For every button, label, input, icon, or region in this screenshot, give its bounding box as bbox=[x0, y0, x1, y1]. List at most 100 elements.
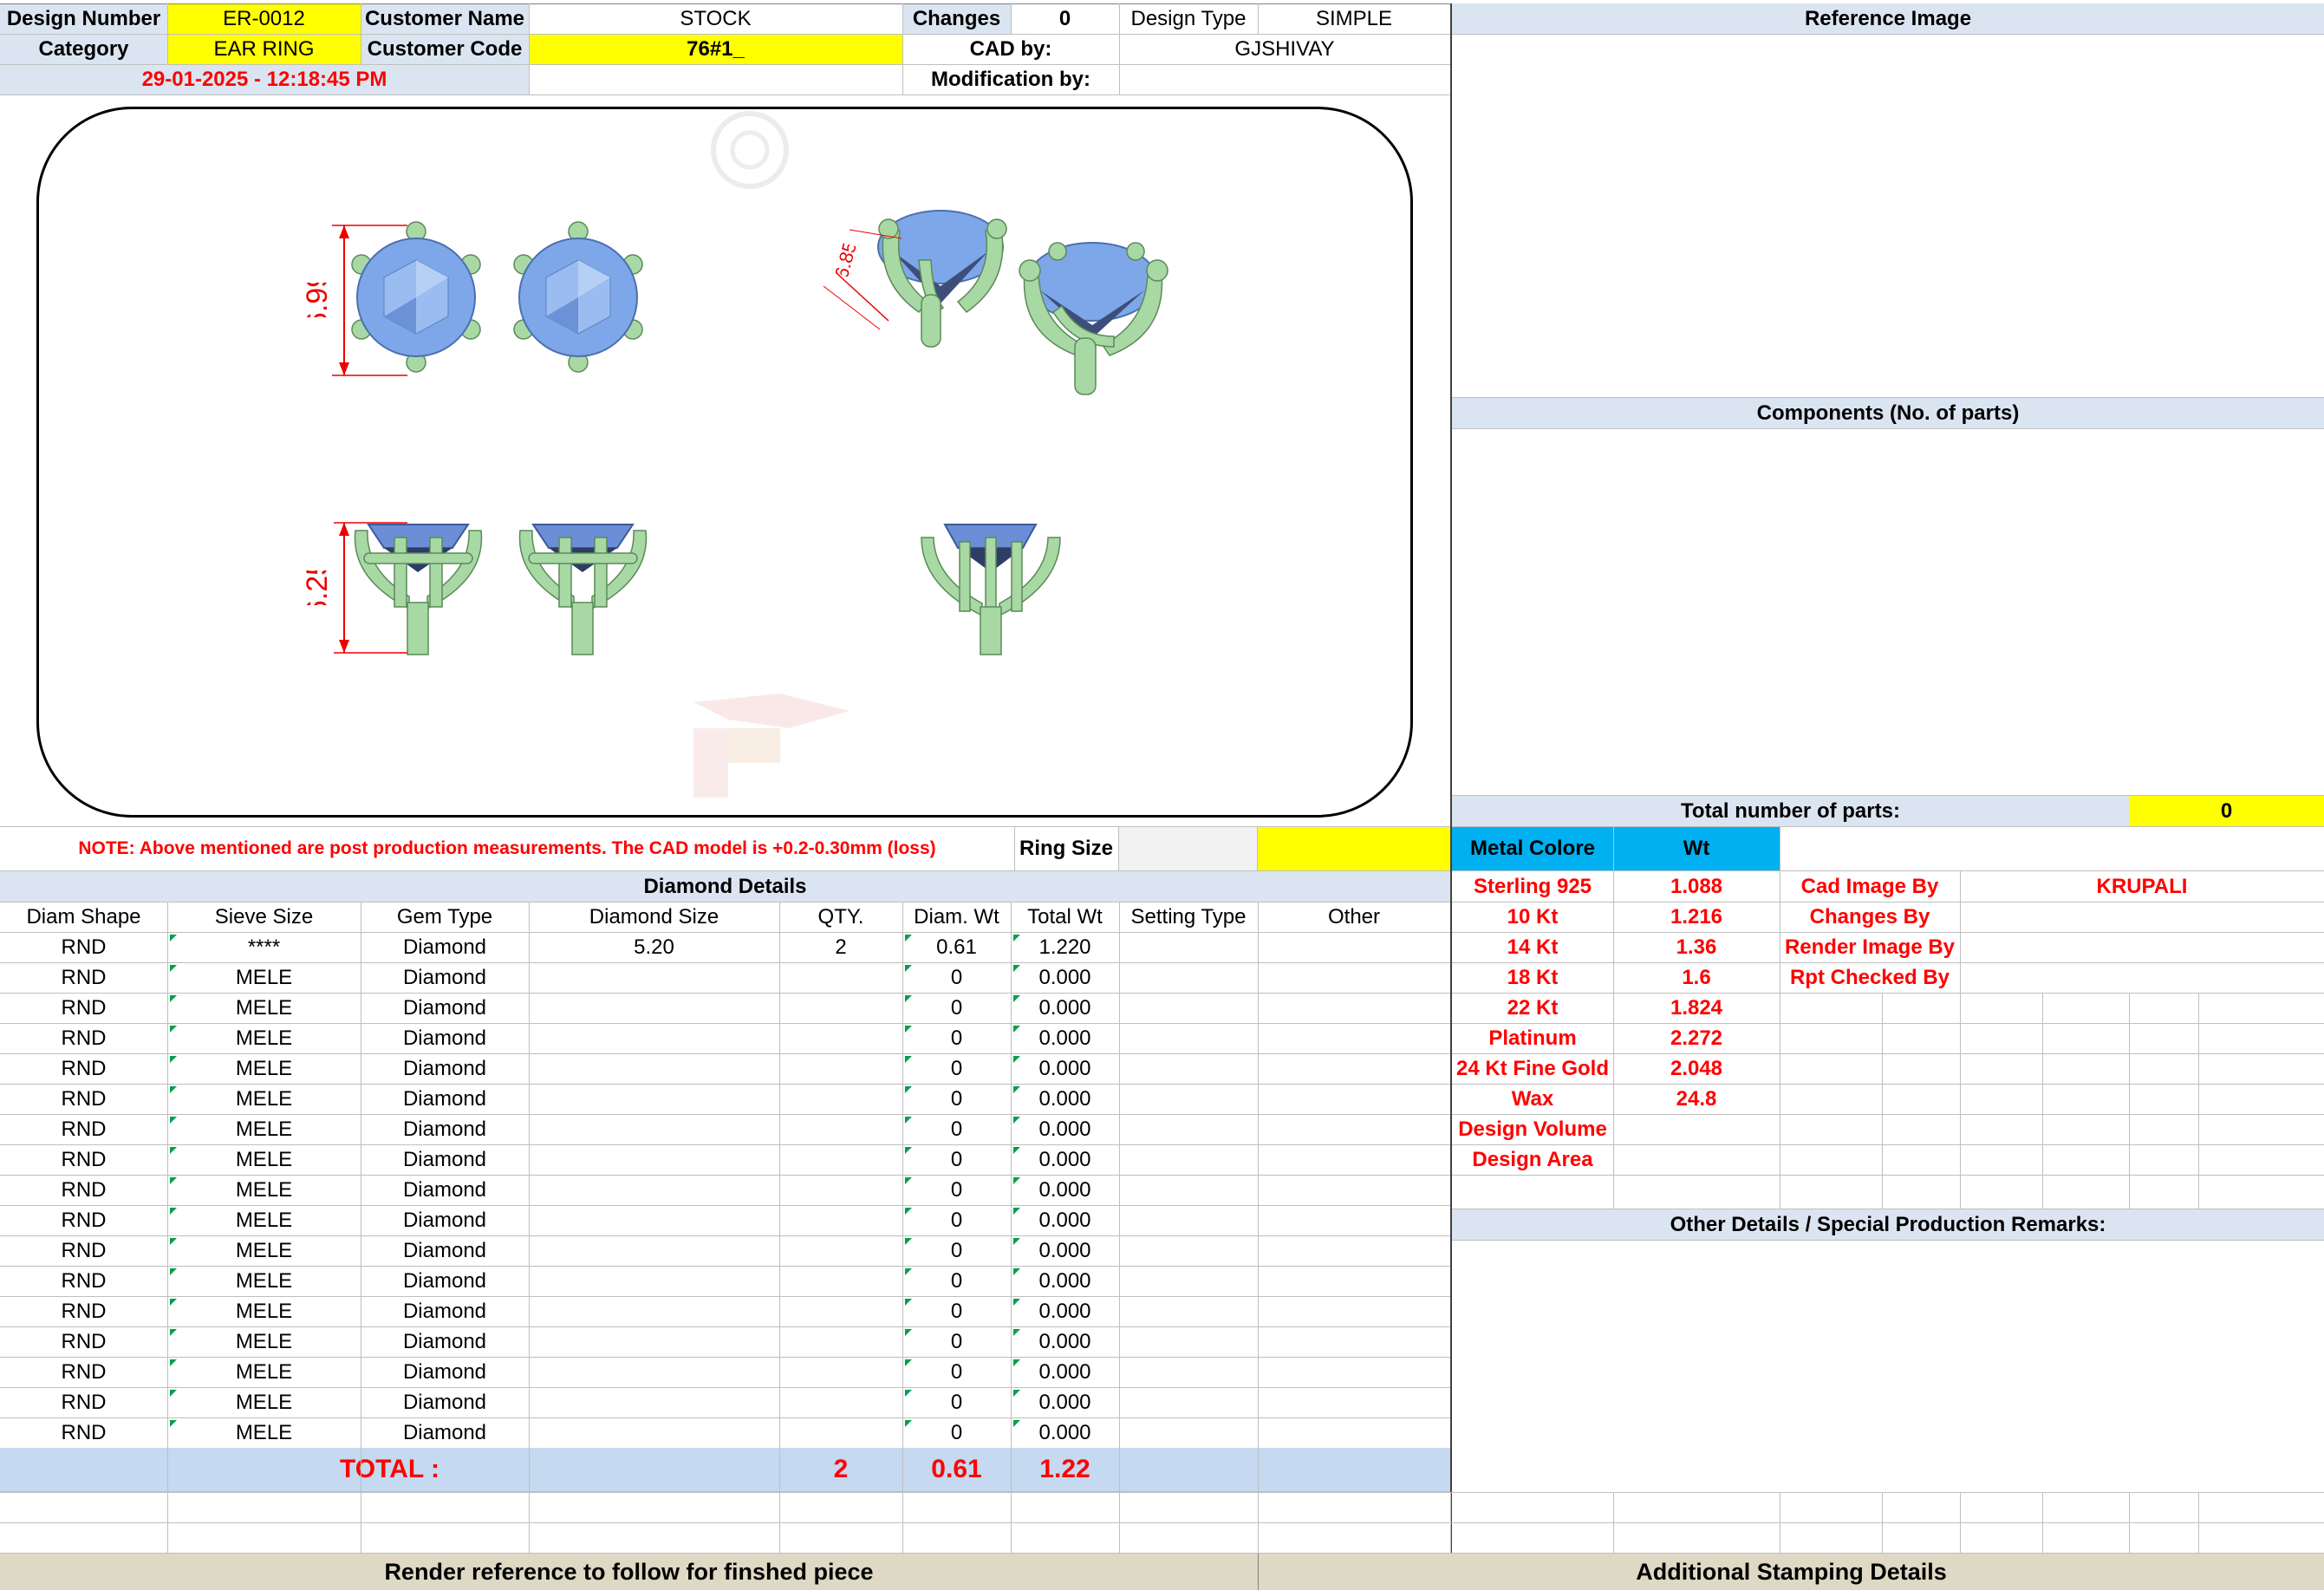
cell-gem-type[interactable]: Diamond bbox=[361, 1235, 529, 1266]
total-parts-value[interactable]: 0 bbox=[2129, 796, 2324, 826]
cell-shape[interactable]: RND bbox=[0, 962, 167, 993]
cell-size[interactable] bbox=[529, 1266, 779, 1296]
cell-total-wt[interactable]: 0.000 bbox=[1011, 1417, 1119, 1448]
cell-qty[interactable] bbox=[779, 1023, 902, 1053]
cell-sieve[interactable]: **** bbox=[167, 932, 361, 962]
cell-setting[interactable] bbox=[1119, 1235, 1258, 1266]
cell-other[interactable] bbox=[1258, 1205, 1450, 1235]
cell-diam-wt[interactable]: 0 bbox=[902, 1326, 1011, 1357]
cell-qty[interactable] bbox=[779, 1296, 902, 1326]
cell-other[interactable] bbox=[1258, 1114, 1450, 1144]
cell-setting[interactable] bbox=[1119, 993, 1258, 1023]
cell-gem-type[interactable]: Diamond bbox=[361, 1084, 529, 1114]
cell-gem-type[interactable]: Diamond bbox=[361, 1023, 529, 1053]
cell-diam-wt[interactable]: 0 bbox=[902, 1205, 1011, 1235]
cell-gem-type[interactable]: Diamond bbox=[361, 1296, 529, 1326]
cell-shape[interactable]: RND bbox=[0, 1387, 167, 1417]
cell-other[interactable] bbox=[1258, 993, 1450, 1023]
cell-sieve[interactable]: MELE bbox=[167, 1266, 361, 1296]
cad-by-value[interactable]: GJSHIVAY bbox=[1119, 34, 1450, 64]
cell-size[interactable] bbox=[529, 1387, 779, 1417]
cell-gem-type[interactable]: Diamond bbox=[361, 932, 529, 962]
cell-shape[interactable]: RND bbox=[0, 1296, 167, 1326]
cell-size[interactable] bbox=[529, 1357, 779, 1387]
cell-sieve[interactable]: MELE bbox=[167, 1114, 361, 1144]
cell-qty[interactable] bbox=[779, 1114, 902, 1144]
cell-size[interactable] bbox=[529, 1114, 779, 1144]
modification-value[interactable] bbox=[1119, 64, 1450, 94]
credit-value[interactable] bbox=[1960, 962, 2324, 993]
cell-total-wt[interactable]: 0.000 bbox=[1011, 1023, 1119, 1053]
cell-diam-wt[interactable]: 0 bbox=[902, 1266, 1011, 1296]
cell-total-wt[interactable]: 0.000 bbox=[1011, 993, 1119, 1023]
cell-diam-wt[interactable]: 0 bbox=[902, 1357, 1011, 1387]
metal-weight[interactable] bbox=[1613, 1144, 1780, 1175]
cell-other[interactable] bbox=[1258, 962, 1450, 993]
cell-size[interactable] bbox=[529, 1144, 779, 1175]
cell-total-wt[interactable]: 0.000 bbox=[1011, 1235, 1119, 1266]
cell-size[interactable]: 5.20 bbox=[529, 932, 779, 962]
cell-setting[interactable] bbox=[1119, 1417, 1258, 1448]
cell-size[interactable] bbox=[529, 1326, 779, 1357]
cell-diam-wt[interactable]: 0 bbox=[902, 1417, 1011, 1448]
cell-diam-wt[interactable]: 0 bbox=[902, 1144, 1011, 1175]
cell-other[interactable] bbox=[1258, 1235, 1450, 1266]
cell-size[interactable] bbox=[529, 1205, 779, 1235]
cell-other[interactable] bbox=[1258, 1296, 1450, 1326]
cell-setting[interactable] bbox=[1119, 932, 1258, 962]
cell-diam-wt[interactable]: 0 bbox=[902, 1175, 1011, 1205]
cell-size[interactable] bbox=[529, 1296, 779, 1326]
category-value[interactable]: EAR RING bbox=[167, 34, 361, 64]
cell-diam-wt[interactable]: 0 bbox=[902, 1235, 1011, 1266]
changes-value[interactable]: 0 bbox=[1011, 3, 1119, 34]
cell-total-wt[interactable]: 0.000 bbox=[1011, 1175, 1119, 1205]
cell-sieve[interactable]: MELE bbox=[167, 1205, 361, 1235]
cell-diam-wt[interactable]: 0.61 bbox=[902, 932, 1011, 962]
cell-qty[interactable] bbox=[779, 1417, 902, 1448]
cell-shape[interactable]: RND bbox=[0, 1326, 167, 1357]
cell-other[interactable] bbox=[1258, 1144, 1450, 1175]
cell-gem-type[interactable]: Diamond bbox=[361, 1357, 529, 1387]
cell-shape[interactable]: RND bbox=[0, 1266, 167, 1296]
cell-diam-wt[interactable]: 0 bbox=[902, 1387, 1011, 1417]
cell-sieve[interactable]: MELE bbox=[167, 993, 361, 1023]
cell-gem-type[interactable]: Diamond bbox=[361, 993, 529, 1023]
cell-gem-type[interactable]: Diamond bbox=[361, 1266, 529, 1296]
cell-qty[interactable]: 2 bbox=[779, 932, 902, 962]
cell-setting[interactable] bbox=[1119, 1023, 1258, 1053]
metal-weight[interactable]: 1.824 bbox=[1613, 993, 1780, 1023]
cell-diam-wt[interactable]: 0 bbox=[902, 962, 1011, 993]
cell-size[interactable] bbox=[529, 1023, 779, 1053]
cell-sieve[interactable]: MELE bbox=[167, 1084, 361, 1114]
cell-shape[interactable]: RND bbox=[0, 1144, 167, 1175]
cell-gem-type[interactable]: Diamond bbox=[361, 1114, 529, 1144]
cell-sieve[interactable]: MELE bbox=[167, 1326, 361, 1357]
cell-size[interactable] bbox=[529, 962, 779, 993]
cell-diam-wt[interactable]: 0 bbox=[902, 1114, 1011, 1144]
cell-shape[interactable]: RND bbox=[0, 1053, 167, 1084]
cell-total-wt[interactable]: 0.000 bbox=[1011, 1387, 1119, 1417]
cell-other[interactable] bbox=[1258, 1357, 1450, 1387]
cell-sieve[interactable]: MELE bbox=[167, 1417, 361, 1448]
cell-shape[interactable]: RND bbox=[0, 1205, 167, 1235]
cell-setting[interactable] bbox=[1119, 1266, 1258, 1296]
cell-sieve[interactable]: MELE bbox=[167, 1144, 361, 1175]
cell-shape[interactable]: RND bbox=[0, 1175, 167, 1205]
cell-qty[interactable] bbox=[779, 1053, 902, 1084]
cell-setting[interactable] bbox=[1119, 1175, 1258, 1205]
metal-weight[interactable]: 2.272 bbox=[1613, 1023, 1780, 1053]
cell-sieve[interactable]: MELE bbox=[167, 1023, 361, 1053]
cell-qty[interactable] bbox=[779, 1387, 902, 1417]
cell-other[interactable] bbox=[1258, 1326, 1450, 1357]
cell-total-wt[interactable]: 0.000 bbox=[1011, 962, 1119, 993]
cell-shape[interactable]: RND bbox=[0, 993, 167, 1023]
cell-shape[interactable]: RND bbox=[0, 1235, 167, 1266]
credit-value[interactable] bbox=[1960, 932, 2324, 962]
cell-shape[interactable]: RND bbox=[0, 1417, 167, 1448]
cell-sieve[interactable]: MELE bbox=[167, 1235, 361, 1266]
cell-shape[interactable]: RND bbox=[0, 1023, 167, 1053]
cell-qty[interactable] bbox=[779, 1326, 902, 1357]
cell-total-wt[interactable]: 0.000 bbox=[1011, 1296, 1119, 1326]
cell-diam-wt[interactable]: 0 bbox=[902, 1296, 1011, 1326]
cell-total-wt[interactable]: 1.220 bbox=[1011, 932, 1119, 962]
